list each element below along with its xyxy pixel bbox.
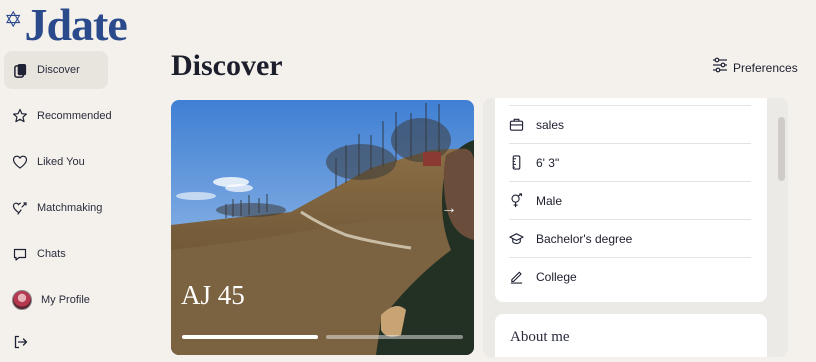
star-of-david-icon: ✡ <box>4 8 23 33</box>
detail-value: Male <box>536 193 563 208</box>
heart-icon <box>12 154 28 170</box>
jdate-app: ✡ Jdate Discover Recommended Liked You M… <box>0 0 816 362</box>
sidebar-nav: Discover Recommended Liked You Matchmaki… <box>4 51 112 362</box>
logo-text: Jdate <box>24 0 127 50</box>
profile-details-panel: sales 6' 3" Male Bachelor's degree Colle… <box>483 98 788 357</box>
preferences-button[interactable]: Preferences <box>712 57 798 78</box>
chat-bubble-icon <box>12 246 28 262</box>
about-me-heading: About me <box>510 329 570 345</box>
phone-cards-icon <box>12 62 28 78</box>
detail-row-school: College <box>509 257 751 295</box>
sliders-icon <box>712 57 728 78</box>
sidebar-item-matchmaking[interactable]: Matchmaking <box>4 189 108 227</box>
detail-row-occupation: sales <box>509 105 751 143</box>
sidebar-item-label: My Profile <box>41 294 90 306</box>
detail-row-education: Bachelor's degree <box>509 219 751 257</box>
sidebar-item-recommended[interactable]: Recommended <box>4 97 112 135</box>
preferences-label: Preferences <box>733 60 798 75</box>
detail-value: Bachelor's degree <box>536 231 633 246</box>
sidebar-item-my-profile[interactable]: My Profile <box>4 281 108 319</box>
detail-value: College <box>536 269 577 284</box>
pencil-icon <box>509 269 524 284</box>
matchmaking-heart-icon <box>12 200 28 216</box>
profile-photo-card[interactable]: AJ 45 → <box>171 100 474 355</box>
sidebar-item-discover[interactable]: Discover <box>4 51 108 89</box>
photo-progress-segment-2 <box>326 335 463 339</box>
details-scrollbar[interactable] <box>778 117 785 181</box>
profile-photo <box>171 100 474 355</box>
photo-progress-segment-1 <box>182 335 318 339</box>
about-me-card: About me <box>495 314 767 357</box>
star-icon <box>12 108 28 124</box>
sidebar-item-label: Discover <box>37 64 80 76</box>
gender-male-icon <box>509 193 524 208</box>
avatar <box>12 290 32 310</box>
sidebar-item-label: Chats <box>37 248 66 260</box>
detail-value: sales <box>536 117 565 132</box>
logout-icon <box>12 334 28 350</box>
jdate-logo[interactable]: ✡ Jdate <box>4 0 128 50</box>
logout-button[interactable] <box>4 327 108 357</box>
ruler-icon <box>509 155 524 170</box>
sidebar-item-label: Recommended <box>37 110 112 122</box>
detail-row-gender: Male <box>509 181 751 219</box>
briefcase-icon <box>509 117 524 132</box>
detail-row-height: 6' 3" <box>509 143 751 181</box>
sidebar-item-liked-you[interactable]: Liked You <box>4 143 108 181</box>
profile-details-card: sales 6' 3" Male Bachelor's degree Colle… <box>495 98 767 302</box>
detail-value: 6' 3" <box>536 155 560 170</box>
sidebar-item-chats[interactable]: Chats <box>4 235 108 273</box>
page-title: Discover <box>171 49 283 82</box>
graduation-cap-icon <box>509 231 524 246</box>
sidebar-item-label: Matchmaking <box>37 202 103 214</box>
profile-name-age: AJ 45 <box>181 280 245 310</box>
next-photo-arrow-icon[interactable]: → <box>441 200 457 218</box>
sidebar-item-label: Liked You <box>37 156 85 168</box>
